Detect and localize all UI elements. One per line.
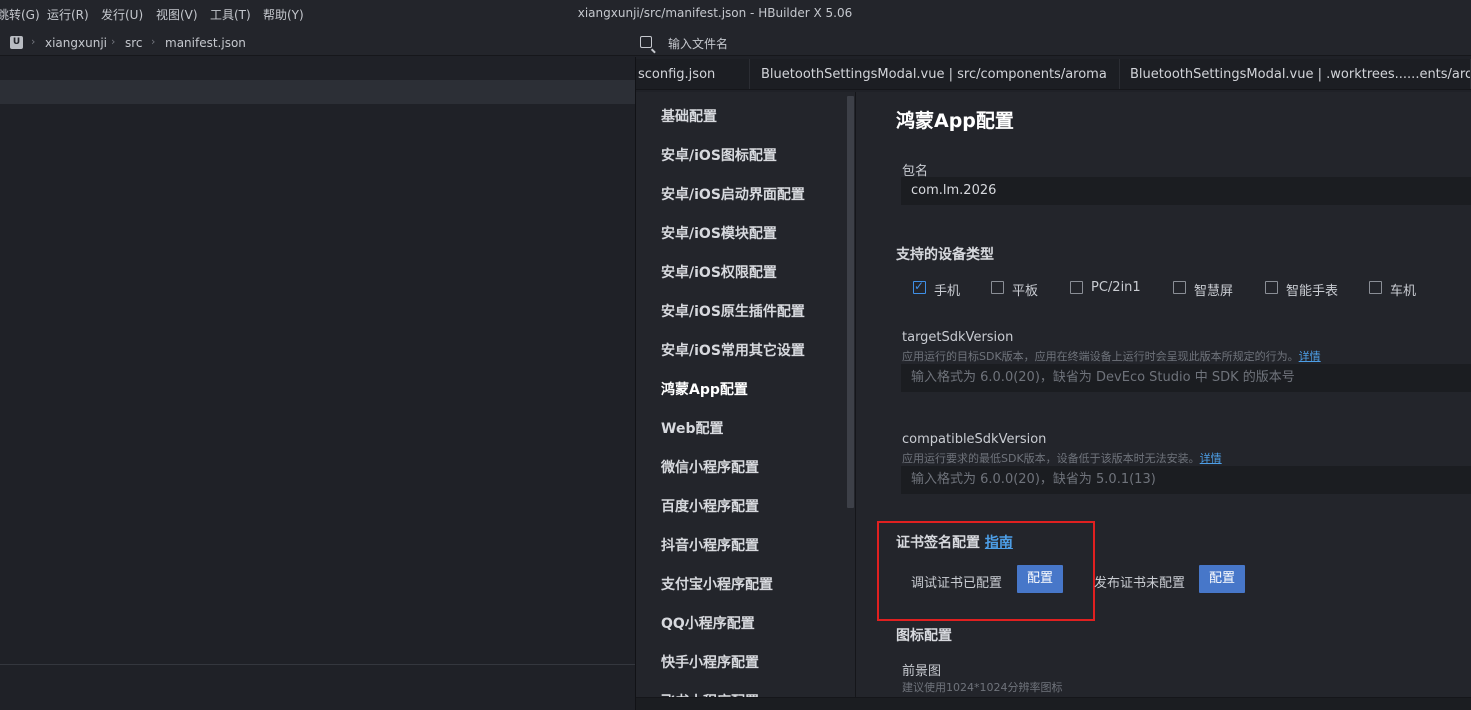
target-sdk-label: targetSdkVersion xyxy=(902,330,1014,345)
device-car-label: 车机 xyxy=(1390,284,1417,299)
page-title: 鸿蒙App配置 xyxy=(896,110,1014,132)
nav-item-alipay[interactable]: 支付宝小程序配置 xyxy=(661,574,773,594)
nav-item-weixin[interactable]: 微信小程序配置 xyxy=(661,457,759,477)
target-sdk-hint: 应用运行的目标SDK版本，应用在终端设备上运行时会呈现此版本所规定的行为。详情 xyxy=(902,350,1321,363)
icon-section-title: 图标配置 xyxy=(896,628,952,644)
cert-guide-link[interactable]: 指南 xyxy=(985,535,1013,551)
file-search-input[interactable]: 输入文件名 xyxy=(668,35,728,52)
checkbox-icon xyxy=(1070,281,1083,294)
device-watch-label: 智能手表 xyxy=(1286,284,1339,299)
device-tv-label: 智慧屏 xyxy=(1194,284,1234,299)
breadcrumb-folder[interactable]: src xyxy=(125,36,143,50)
nav-scrollbar[interactable] xyxy=(847,96,854,508)
compatible-sdk-label: compatibleSdkVersion xyxy=(902,432,1047,447)
tab-bluetooth-settings-src[interactable]: BluetoothSettingsModal.vue | src/compone… xyxy=(750,59,1120,89)
nav-item-baidu[interactable]: 百度小程序配置 xyxy=(661,496,759,516)
file-search-icon[interactable] xyxy=(640,36,652,48)
checkbox-icon xyxy=(1265,281,1278,294)
nav-item-qq[interactable]: QQ小程序配置 xyxy=(661,613,755,633)
checkbox-icon xyxy=(1173,281,1186,294)
compatible-sdk-hint: 应用运行要求的最低SDK版本，设备低于该版本时无法安装。详情 xyxy=(902,452,1222,465)
compatible-sdk-details-link[interactable]: 详情 xyxy=(1200,452,1222,465)
config-nav: 基础配置 安卓/iOS图标配置 安卓/iOS启动界面配置 安卓/iOS模块配置 … xyxy=(636,92,856,710)
nav-item-app-icon[interactable]: 安卓/iOS图标配置 xyxy=(661,145,777,165)
editor-pane[interactable] xyxy=(0,57,636,664)
window-title: xiangxunji/src/manifest.json - HBuilder … xyxy=(577,6,853,20)
chevron-right-icon: › xyxy=(31,35,36,48)
breadcrumb: U › xiangxunji › src › manifest.json xyxy=(0,28,636,56)
release-cert-status: 发布证书未配置 xyxy=(1094,576,1186,591)
checkbox-icon xyxy=(991,281,1004,294)
debug-cert-config-button[interactable]: 配置 xyxy=(1017,565,1063,593)
target-sdk-input[interactable]: 输入格式为 6.0.0(20)，缺省为 DevEco Studio 中 SDK … xyxy=(901,364,1471,392)
device-tablet-label: 平板 xyxy=(1012,284,1039,299)
compatible-sdk-input[interactable]: 输入格式为 6.0.0(20)，缺省为 5.0.1(13) xyxy=(901,466,1471,494)
package-input[interactable]: com.lm.2026 xyxy=(901,177,1471,205)
checkbox-icon xyxy=(1369,281,1382,294)
device-phone-label: 手机 xyxy=(934,284,961,299)
nav-item-basic[interactable]: 基础配置 xyxy=(661,106,717,126)
foreground-hint: 建议使用1024*1024分辨率图标 xyxy=(902,681,1063,694)
tab-sconfig[interactable]: sconfig.json xyxy=(636,59,750,89)
debug-cert-status: 调试证书已配置 xyxy=(911,576,1003,591)
status-bar xyxy=(636,697,1471,710)
chevron-right-icon: › xyxy=(111,35,116,48)
nav-item-douyin[interactable]: 抖音小程序配置 xyxy=(661,535,759,555)
tab-bluetooth-settings-worktree[interactable]: BluetoothSettingsModal.vue | .worktrees.… xyxy=(1120,59,1471,89)
nav-item-kuaishou[interactable]: 快手小程序配置 xyxy=(661,652,759,672)
nav-item-web[interactable]: Web配置 xyxy=(661,418,723,438)
menu-bar: 跳转(G) 运行(R) 发行(U) 视图(V) 工具(T) 帮助(Y) xian… xyxy=(0,0,1471,28)
nav-item-other-settings[interactable]: 安卓/iOS常用其它设置 xyxy=(661,340,805,360)
current-line-highlight xyxy=(0,80,636,104)
file-search-bar: 输入文件名 xyxy=(636,28,1471,56)
target-sdk-details-link[interactable]: 详情 xyxy=(1299,350,1321,363)
checkbox-checked-icon xyxy=(913,279,926,294)
nav-item-harmony[interactable]: 鸿蒙App配置 xyxy=(661,379,748,399)
config-main: 鸿蒙App配置 包名 com.lm.2026 支持的设备类型 手机 平板 PC/… xyxy=(856,92,1471,710)
foreground-label: 前景图 xyxy=(902,664,942,679)
breadcrumb-project[interactable]: xiangxunji xyxy=(45,36,107,50)
release-cert-config-button[interactable]: 配置 xyxy=(1199,565,1245,593)
breadcrumb-file[interactable]: manifest.json xyxy=(165,36,246,50)
chevron-right-icon: › xyxy=(151,35,156,48)
nav-item-modules[interactable]: 安卓/iOS模块配置 xyxy=(661,223,777,243)
nav-item-native-plugins[interactable]: 安卓/iOS原生插件配置 xyxy=(661,301,805,321)
nav-item-permissions[interactable]: 安卓/iOS权限配置 xyxy=(661,262,777,282)
editor-bottom-panel xyxy=(0,664,636,710)
project-logo-icon: U xyxy=(10,36,23,49)
device-types-title: 支持的设备类型 xyxy=(896,247,994,263)
nav-item-splash[interactable]: 安卓/iOS启动界面配置 xyxy=(661,184,805,204)
cert-section-title: 证书签名配置 指南 xyxy=(896,535,1013,551)
tab-bar: sconfig.json BluetoothSettingsModal.vue … xyxy=(636,59,1471,90)
device-pc-label: PC/2in1 xyxy=(1091,280,1141,295)
